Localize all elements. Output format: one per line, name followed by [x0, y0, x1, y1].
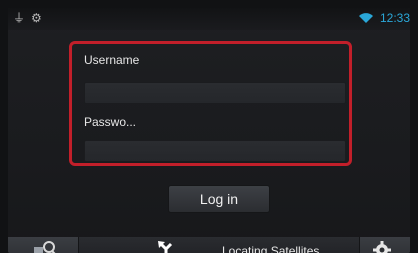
status-bar: ⏚ ⚙ 12:33	[8, 8, 410, 30]
bluetooth-icon: ⚙	[31, 11, 42, 25]
turn-arrow-icon	[158, 241, 173, 253]
gps-status-text: Locating Satellites	[222, 244, 320, 253]
status-icons-left: ⏚ ⚙	[13, 11, 42, 25]
usb-icon: ⏚	[13, 11, 26, 25]
password-label: Passwo...	[84, 115, 137, 129]
screen: ⏚ ⚙ 12:33 Username Passwo... Log in Loca…	[8, 8, 410, 253]
bottom-bar: Locating Satellites	[8, 237, 410, 253]
username-input[interactable]	[84, 82, 346, 104]
wifi-icon	[358, 13, 373, 23]
gear-icon	[373, 241, 391, 253]
map-search-button[interactable]	[8, 237, 79, 253]
map-search-icon	[34, 241, 56, 253]
password-input[interactable]	[84, 140, 346, 162]
clock: 12:33	[379, 11, 410, 25]
login-button[interactable]: Log in	[168, 185, 270, 213]
login-panel: Username Passwo...	[69, 41, 352, 166]
status-icons-right: 12:33	[358, 11, 410, 25]
settings-button[interactable]	[359, 237, 410, 253]
username-label: Username	[84, 53, 140, 67]
